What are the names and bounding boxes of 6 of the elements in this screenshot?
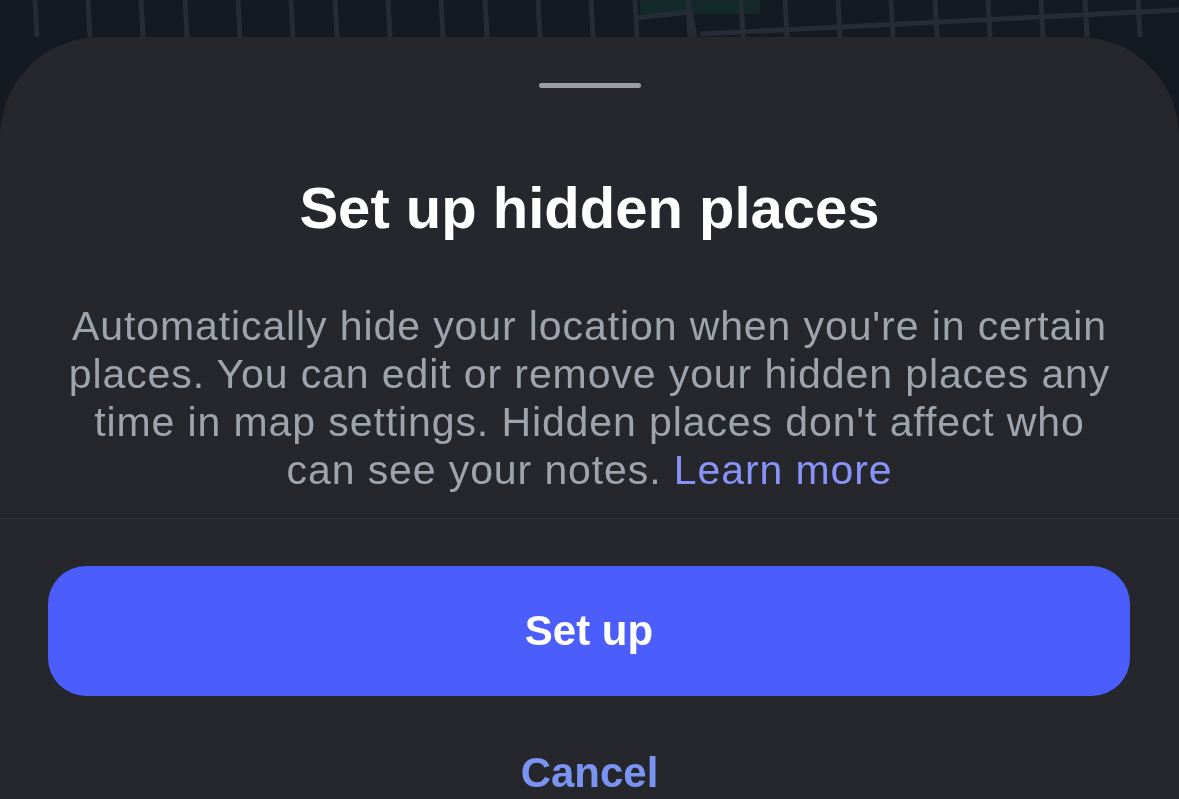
set-up-button[interactable]: Set up [48,566,1130,696]
cancel-button[interactable]: Cancel [512,749,667,797]
learn-more-link[interactable]: Learn more [673,447,893,493]
sheet-description: Automatically hide your location when you're in certain places. You can edit or remove your hidden places any time in map settings. Hidden places don't affect who can see your notes. Learn more [67,302,1112,494]
drag-handle[interactable] [538,83,641,88]
sheet-title: Set up hidden places [299,175,880,241]
